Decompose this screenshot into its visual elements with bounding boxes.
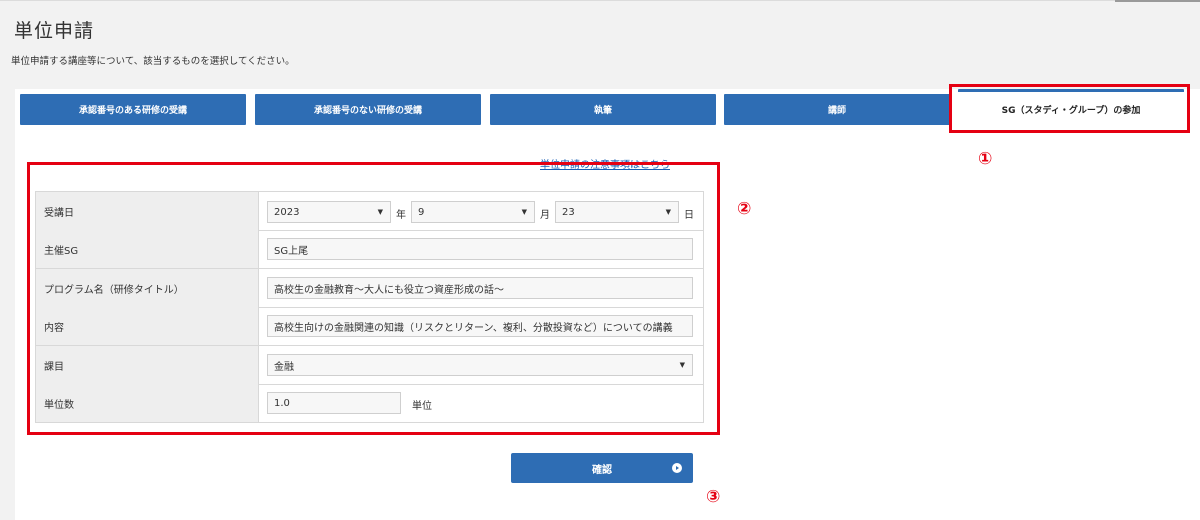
confirm-button[interactable]: 確認	[511, 453, 693, 483]
top-border	[0, 0, 1200, 1]
highlight-box-form	[27, 162, 720, 435]
confirm-button-label: 確認	[592, 464, 612, 476]
tab-label: 承認番号のある研修の受講	[78, 106, 187, 116]
highlight-box-tab	[949, 84, 1190, 133]
top-border-accent	[1115, 0, 1200, 2]
page-description: 単位申請する講座等について、該当するものを選択してください。	[11, 56, 295, 67]
tab-lecturer[interactable]: 講師	[724, 94, 950, 125]
page-title: 単位申請	[14, 20, 95, 42]
tab-label: 講師	[827, 106, 846, 116]
arrow-right-circle-icon	[672, 463, 682, 473]
tab-label: 執筆	[593, 106, 612, 116]
tab-approved-training[interactable]: 承認番号のある研修の受講	[20, 94, 246, 125]
tab-unapproved-training[interactable]: 承認番号のない研修の受講	[255, 94, 481, 125]
annotation-marker-1: ①	[978, 149, 993, 169]
tab-label: 承認番号のない研修の受講	[313, 106, 422, 116]
annotation-marker-3: ③	[706, 487, 721, 507]
tab-writing[interactable]: 執筆	[490, 94, 716, 125]
annotation-marker-2: ②	[737, 199, 752, 219]
